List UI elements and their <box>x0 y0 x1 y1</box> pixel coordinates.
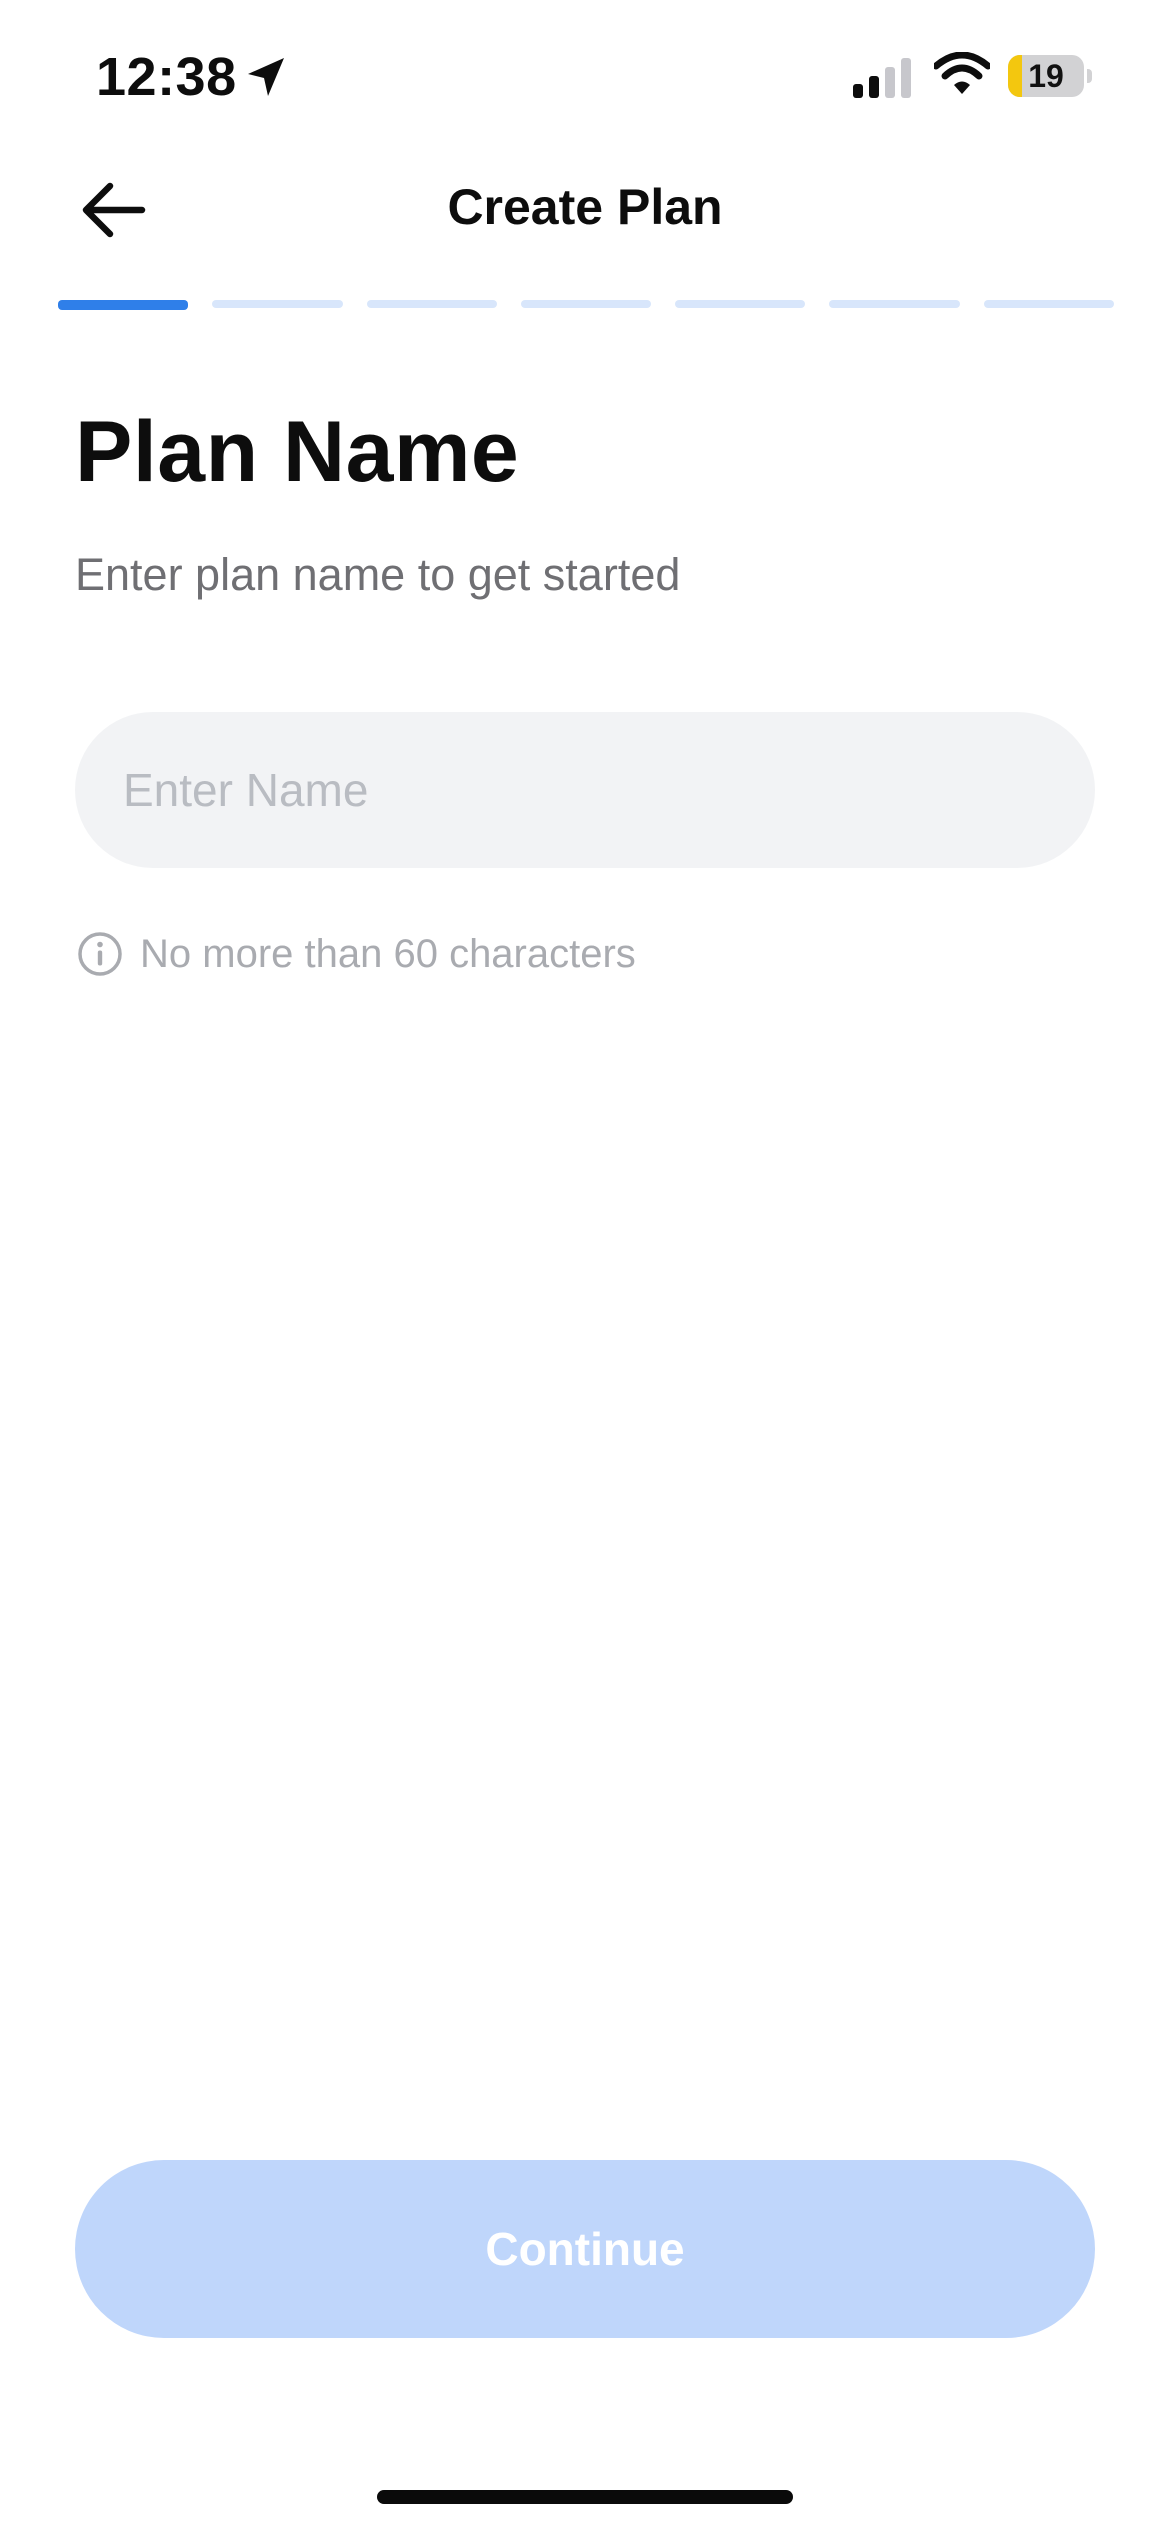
location-arrow-icon <box>248 58 284 96</box>
plan-name-input[interactable] <box>75 712 1095 868</box>
battery-body: 19 <box>1008 55 1084 97</box>
cellular-signal-icon <box>853 58 911 98</box>
progress-step-5 <box>675 300 806 308</box>
home-indicator <box>377 2490 793 2504</box>
plan-name-heading: Plan Name <box>75 404 520 500</box>
character-limit-hint: No more than 60 characters <box>140 932 636 976</box>
progress-step-3 <box>366 300 497 308</box>
info-icon <box>78 932 122 976</box>
wifi-icon <box>934 52 990 94</box>
progress-step-4 <box>520 300 652 308</box>
progress-step-6 <box>829 300 960 308</box>
continue-button[interactable]: Continue <box>75 2160 1095 2338</box>
status-time: 12:38 <box>96 47 237 107</box>
battery-level: 19 <box>1028 58 1064 94</box>
progress-step-1 <box>58 300 189 310</box>
status-bar: 12:38 19 <box>0 0 1170 150</box>
step-progress-bar <box>58 300 1114 310</box>
plan-name-subtitle: Enter plan name to get started <box>75 549 681 600</box>
battery-cap <box>1087 69 1092 83</box>
battery-icon: 19 <box>1008 55 1092 97</box>
progress-step-2 <box>212 300 343 308</box>
progress-step-7 <box>983 300 1114 308</box>
page-title: Create Plan <box>447 179 723 235</box>
